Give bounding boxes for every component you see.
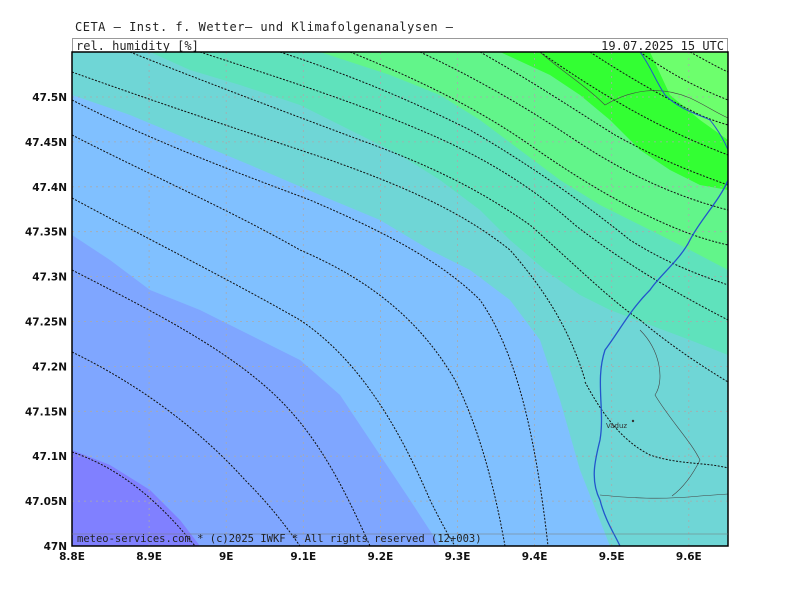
lon-tick-label: 9.5E [599,551,625,563]
copyright-text: meteo-services.com * (c)2025 IWKF * All … [77,533,482,545]
lon-tick-label: 9E [219,551,233,563]
city-label: Vaduz [606,422,627,430]
lon-tick-label: 8.8E [59,551,85,563]
lat-tick-label: 47.15N [25,406,67,418]
lat-axis: 47N47.05N47.1N47.15N47.2N47.25N47.3N47.3… [25,92,67,553]
lat-tick-label: 47.35N [25,227,67,239]
lat-tick-label: 47.25N [25,317,67,329]
map-footer: meteo-services.com * (c)2025 IWKF * All … [73,533,727,546]
map-plot-area: Vaduz [72,52,728,546]
lon-tick-label: 9.6E [676,551,702,563]
lon-axis: 8.8E 8.9E 9E 9.1E 9.2E 9.3E 9.4E 9.5E 9.6E [59,551,702,563]
lat-tick-label: 47.3N [32,272,67,284]
lat-tick-label: 47.5N [32,92,67,104]
lon-tick-label: 9.4E [522,551,548,563]
lon-tick-label: 9.3E [445,551,471,563]
lat-tick-label: 47.1N [32,451,67,463]
lat-tick-label: 47.2N [32,361,67,373]
city-marker [631,419,635,423]
lat-tick-label: 47.45N [25,137,67,149]
lon-tick-label: 8.9E [136,551,162,563]
lon-tick-label: 9.2E [368,551,394,563]
humidity-map: Vaduz 47N47.05N47.1N47.15N47.2N47.25N47.… [25,51,729,563]
lon-tick-label: 9.1E [290,551,316,563]
lat-tick-label: 47.4N [32,182,67,194]
lat-tick-label: 47.05N [25,496,67,508]
